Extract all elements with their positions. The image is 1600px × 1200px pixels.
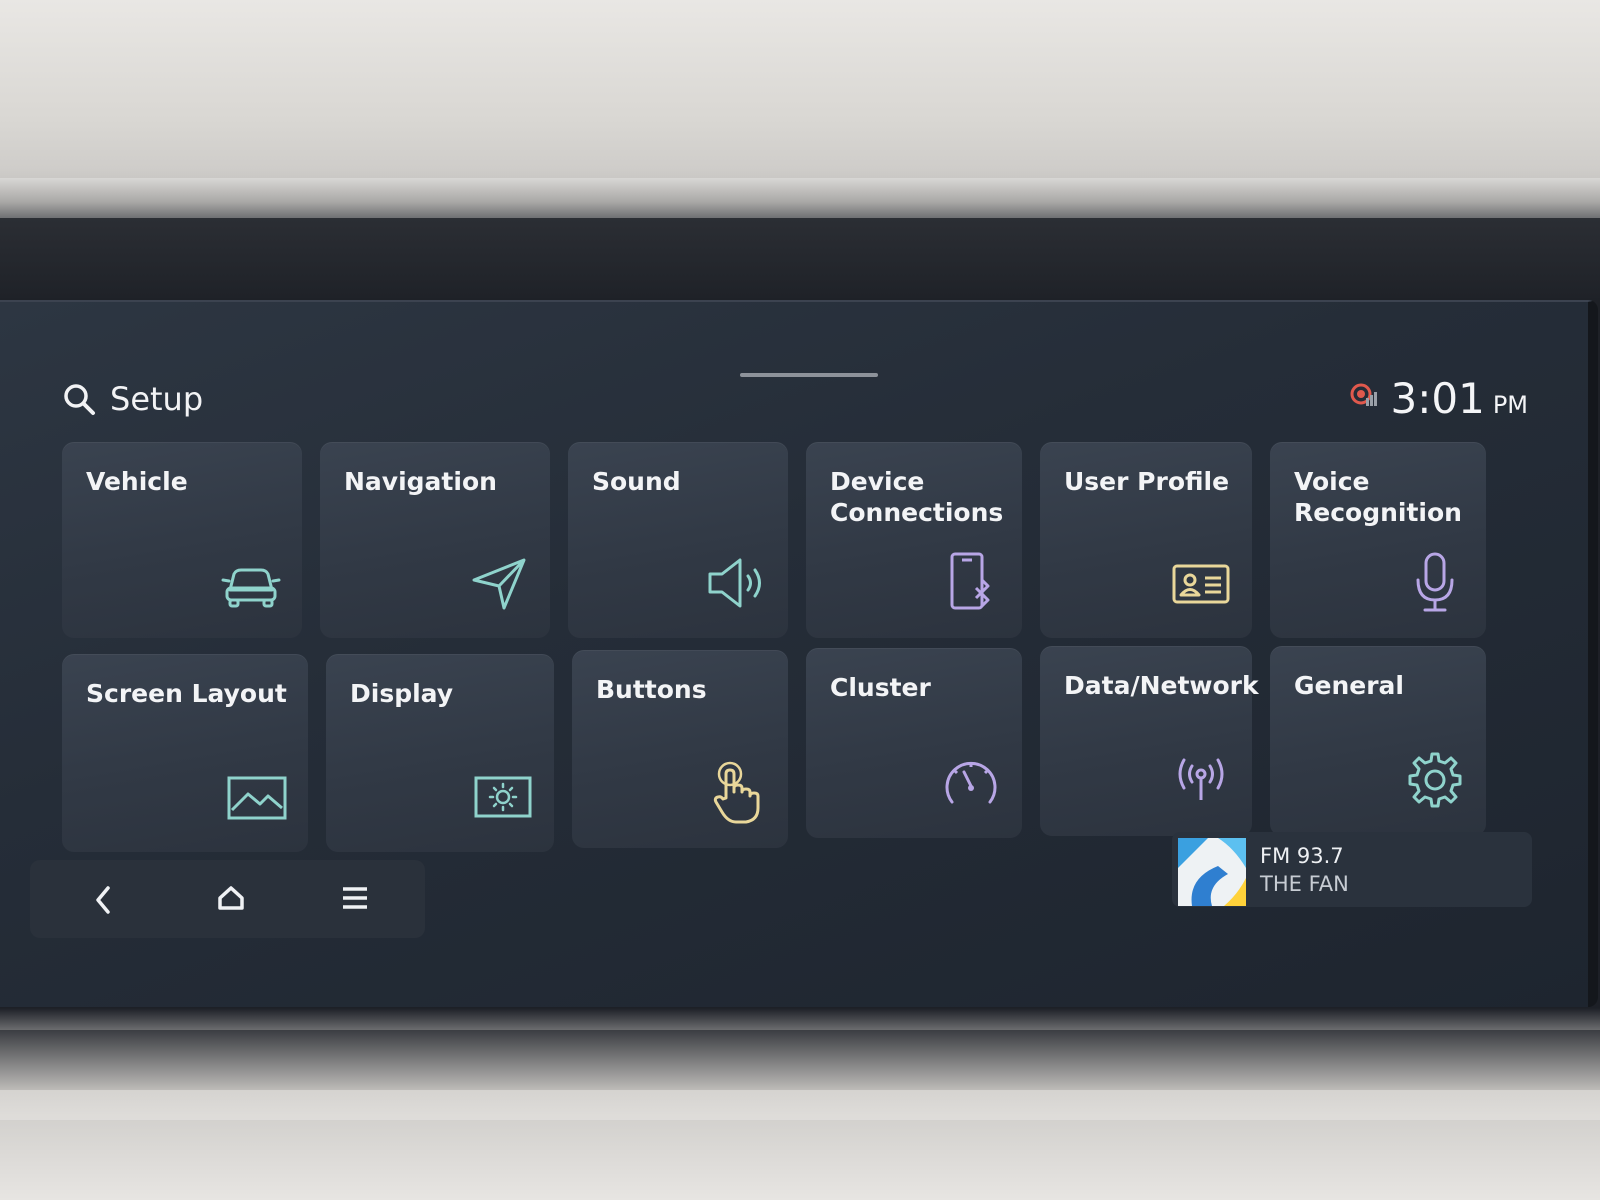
station-logo — [1178, 838, 1246, 906]
phone-bluetooth-icon — [950, 552, 990, 610]
tile-general[interactable]: General — [1270, 646, 1486, 836]
tile-voice-recognition[interactable]: Voice Recognition — [1270, 442, 1486, 638]
bottom-navbar — [30, 860, 425, 938]
tile-label: User Profile — [1064, 467, 1230, 496]
tile-label: Buttons — [596, 675, 707, 704]
tile-vehicle[interactable]: Vehicle — [62, 442, 302, 638]
tile-display[interactable]: Display — [326, 654, 554, 852]
back-icon[interactable] — [78, 874, 128, 924]
tile-screen-layout[interactable]: Screen Layout — [62, 654, 308, 852]
tile-label: Navigation — [344, 467, 497, 496]
page-title: Setup — [110, 380, 204, 418]
picture-icon — [227, 776, 287, 820]
station-name: THE FAN — [1260, 872, 1349, 896]
tile-cluster[interactable]: Cluster — [806, 648, 1022, 838]
dashboard-lower-trim — [0, 1120, 1600, 1200]
lower-bezel — [0, 1030, 1600, 1090]
connectivity-status-icon — [1350, 383, 1377, 406]
antenna-icon — [1178, 758, 1224, 800]
clock: 3:01 PM — [1390, 374, 1528, 423]
id-card-icon — [1172, 564, 1230, 604]
tile-label: Display — [350, 679, 454, 708]
clock-ampm: PM — [1492, 391, 1528, 419]
brightness-icon — [474, 776, 532, 818]
tile-sound[interactable]: Sound — [568, 442, 788, 638]
clock-time: 3:01 — [1390, 374, 1485, 423]
screen-bezel — [0, 218, 1600, 298]
navigation-arrow-icon — [472, 558, 526, 610]
touch-hand-icon — [713, 761, 760, 824]
gauge-icon — [945, 761, 997, 804]
tile-user-profile[interactable]: User Profile — [1040, 442, 1252, 638]
home-icon[interactable] — [206, 874, 256, 924]
gear-icon — [1408, 752, 1462, 808]
tile-navigation[interactable]: Navigation — [320, 442, 550, 638]
tile-device-connections[interactable]: Device Connections — [806, 442, 1022, 638]
radio-frequency: FM 93.7 — [1260, 844, 1344, 868]
menu-icon[interactable] — [330, 874, 380, 924]
tile-label: Device Connections — [830, 467, 1004, 527]
search-icon[interactable] — [62, 382, 96, 416]
infotainment-screen: Setup 3:01 PM Vehicle Navigation Sound D… — [0, 300, 1598, 1007]
drag-handle[interactable] — [740, 373, 878, 377]
tile-label: Data/Network — [1064, 671, 1259, 700]
tile-label: Cluster — [830, 673, 931, 702]
speaker-icon — [708, 558, 761, 608]
tile-label: Screen Layout — [86, 679, 287, 708]
tile-label: Sound — [592, 467, 681, 496]
setup-header: Setup — [62, 380, 203, 418]
car-icon — [221, 568, 281, 608]
tile-buttons[interactable]: Buttons — [572, 650, 788, 848]
tile-label: Voice Recognition — [1294, 467, 1462, 527]
station-logo-icon — [1178, 838, 1246, 906]
tile-data-network[interactable]: Data/Network — [1040, 646, 1259, 836]
tile-label: Vehicle — [86, 467, 188, 496]
now-playing-widget[interactable]: FM 93.7 THE FAN — [1172, 832, 1532, 907]
tile-label: General — [1294, 671, 1404, 700]
microphone-icon — [1416, 552, 1454, 612]
dashboard-trim — [0, 178, 1600, 218]
